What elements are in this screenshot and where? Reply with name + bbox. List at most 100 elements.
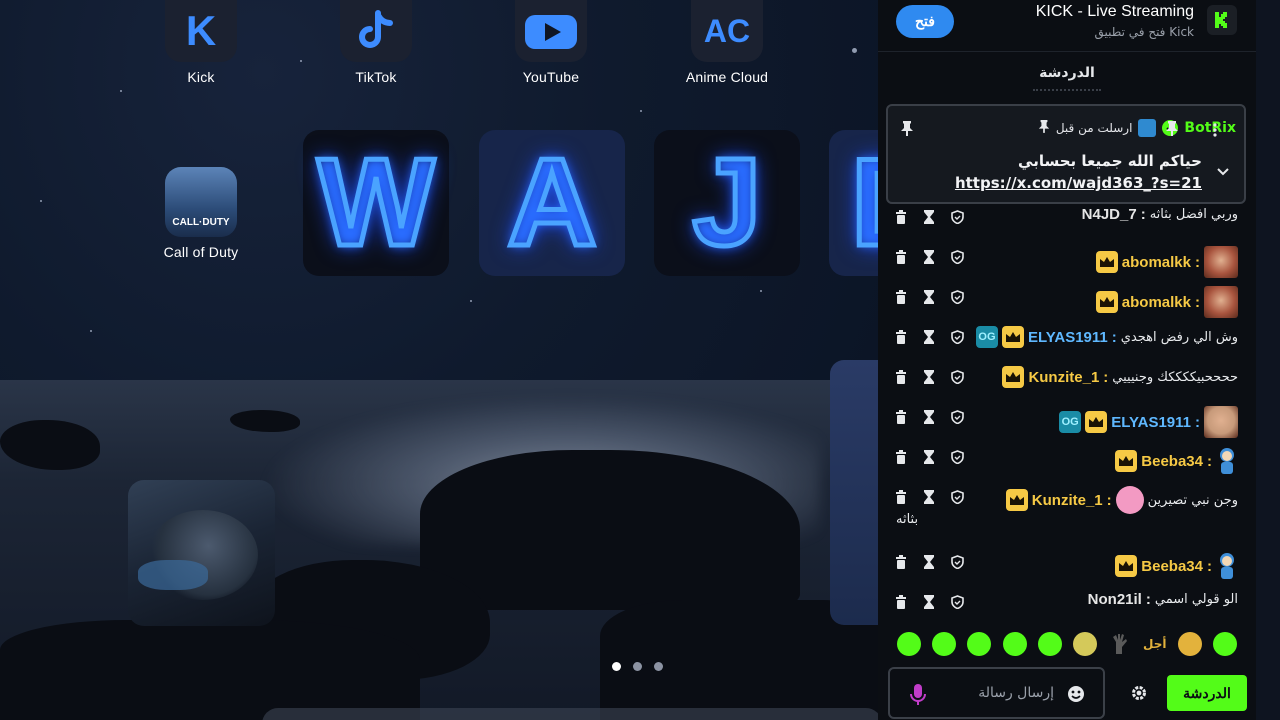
username-colon: : [1195, 293, 1200, 311]
delete-icon[interactable] [894, 250, 908, 264]
neon-tile-d[interactable]: D [829, 130, 878, 276]
open-in-app-button[interactable]: فتح [896, 5, 954, 38]
pinned-message[interactable]: BotRix ارسلت من قبل حياكم الله جميعا بحس… [886, 104, 1246, 204]
app-tiktok[interactable]: TikTok [321, 0, 431, 85]
quick-emote-icon[interactable] [1177, 632, 1202, 656]
timeout-hourglass-icon[interactable] [922, 370, 936, 384]
send-chat-button[interactable]: الدردشة [1167, 675, 1247, 711]
ban-shield-icon[interactable] [950, 250, 964, 264]
chat-message[interactable]: ححححبيككككك وجنيييي: Kunzite_1 [1002, 366, 1238, 388]
ban-shield-icon[interactable] [950, 410, 964, 424]
page-indicator[interactable] [612, 662, 663, 671]
quick-emote-icon[interactable] [932, 632, 957, 656]
widget-peek[interactable] [830, 360, 878, 625]
quick-emote-icon[interactable] [967, 632, 992, 656]
unpin-icon[interactable] [1165, 120, 1179, 140]
username-colon: : [1140, 206, 1146, 223]
quick-emote-icon[interactable]: أجل [1143, 632, 1166, 656]
microphone-icon[interactable] [908, 683, 928, 707]
app-youtube[interactable]: YouTube [496, 0, 606, 85]
delete-icon[interactable] [894, 555, 908, 569]
timeout-hourglass-icon[interactable] [922, 250, 936, 264]
delete-icon[interactable] [894, 210, 908, 224]
mod-actions [894, 555, 964, 569]
chat-tab-title[interactable]: الدردشة [878, 52, 1256, 94]
quick-emote-icon[interactable] [1037, 632, 1062, 656]
chevron-down-icon[interactable] [1216, 162, 1230, 181]
timeout-hourglass-icon[interactable] [922, 450, 936, 464]
ban-shield-icon[interactable] [950, 490, 964, 504]
quick-emote-icon[interactable] [1072, 632, 1097, 656]
pinned-link[interactable]: https://x.com/wajd363_?s=21 [955, 174, 1202, 192]
delete-icon[interactable] [894, 410, 908, 424]
delete-icon[interactable] [894, 595, 908, 609]
ban-shield-icon[interactable] [950, 290, 964, 304]
neon-tile-j[interactable]: J [654, 130, 800, 276]
delete-icon[interactable] [894, 330, 908, 344]
timeout-hourglass-icon[interactable] [922, 210, 936, 224]
chat-username[interactable]: Non21il [1088, 591, 1142, 608]
youtube-icon [515, 0, 587, 62]
app-title: KICK - Live Streaming [1035, 3, 1194, 20]
chat-username[interactable]: Beeba34 [1141, 453, 1203, 470]
delete-icon[interactable] [894, 370, 908, 384]
delete-icon[interactable] [894, 490, 908, 504]
username-colon: : [1195, 253, 1200, 271]
chat-message[interactable]: وجن نبي تصيرين: Kunzite_1 [1005, 486, 1238, 514]
quick-emote-icon[interactable] [1108, 632, 1132, 656]
timeout-hourglass-icon[interactable] [922, 595, 936, 609]
chat-message[interactable]: الو قولي اسمي: Non21il [1088, 591, 1238, 608]
ban-shield-icon[interactable] [950, 555, 964, 569]
chat-username[interactable]: Beeba34 [1141, 558, 1203, 575]
chat-username[interactable]: abomalkk [1122, 254, 1191, 271]
chat-username[interactable]: ELYAS1911 [1111, 414, 1191, 431]
message-input-box[interactable] [888, 667, 1105, 719]
chat-username[interactable]: Kunzite_1 [1028, 369, 1099, 386]
quick-emote-icon[interactable] [897, 632, 922, 656]
page-dot[interactable] [612, 662, 621, 671]
delete-icon[interactable] [894, 290, 908, 304]
chat-message[interactable]: : ELYAS1911 OG [1059, 406, 1238, 438]
neon-tile-w[interactable]: W [303, 130, 449, 276]
ban-shield-icon[interactable] [950, 450, 964, 464]
ban-shield-icon[interactable] [950, 210, 964, 224]
message-input[interactable] [934, 679, 1054, 707]
ban-shield-icon[interactable] [950, 595, 964, 609]
emoji-icon[interactable] [1067, 685, 1085, 703]
app-kick[interactable]: K Kick [146, 0, 256, 85]
chat-message[interactable]: : Beeba34 [1115, 446, 1238, 476]
chat-message[interactable]: : abomalkk [1095, 246, 1238, 278]
quick-emote-icon[interactable] [1002, 632, 1027, 656]
photo-widget[interactable] [128, 480, 275, 626]
app-anime-cloud[interactable]: AC Anime Cloud [672, 0, 782, 85]
chat-message[interactable]: : Beeba34 [1115, 551, 1238, 581]
delete-icon[interactable] [894, 450, 908, 464]
neon-tile-a[interactable]: A [479, 130, 625, 276]
timeout-hourglass-icon[interactable] [922, 330, 936, 344]
message-text: وربي افضل بثاثه [1149, 207, 1238, 222]
page-dot[interactable] [633, 662, 642, 671]
kebab-menu-icon[interactable] [1213, 122, 1217, 141]
chat-username[interactable]: Kunzite_1 [1032, 492, 1103, 509]
crown-badge-icon [1095, 291, 1118, 313]
timeout-hourglass-icon[interactable] [922, 410, 936, 424]
timeout-hourglass-icon[interactable] [922, 490, 936, 504]
crown-badge-icon [1115, 450, 1138, 472]
message-text: الو قولي اسمي [1154, 592, 1238, 607]
timeout-hourglass-icon[interactable] [922, 555, 936, 569]
chat-message[interactable]: وربي افضل بثاثه: N4JD_7 [1082, 206, 1238, 223]
chat-username[interactable]: abomalkk [1122, 294, 1191, 311]
page-dot[interactable] [654, 662, 663, 671]
pinned-username[interactable]: BotRix [1184, 120, 1236, 136]
quick-emote-icon[interactable] [1212, 632, 1237, 656]
app-call-of-duty[interactable]: CALL·DUTY Call of Duty [146, 167, 256, 260]
chat-message[interactable]: : abomalkk [1095, 286, 1238, 318]
chat-username[interactable]: ELYAS1911 [1028, 329, 1108, 346]
ban-shield-icon[interactable] [950, 370, 964, 384]
chat-message[interactable]: وش الي رفض اهجدي: ELYAS1911 OG [975, 326, 1238, 348]
settings-gear-icon[interactable] [1130, 684, 1148, 702]
ban-shield-icon[interactable] [950, 330, 964, 344]
chat-input-row: الدردشة [878, 664, 1256, 720]
timeout-hourglass-icon[interactable] [922, 290, 936, 304]
chat-username[interactable]: N4JD_7 [1082, 206, 1137, 223]
